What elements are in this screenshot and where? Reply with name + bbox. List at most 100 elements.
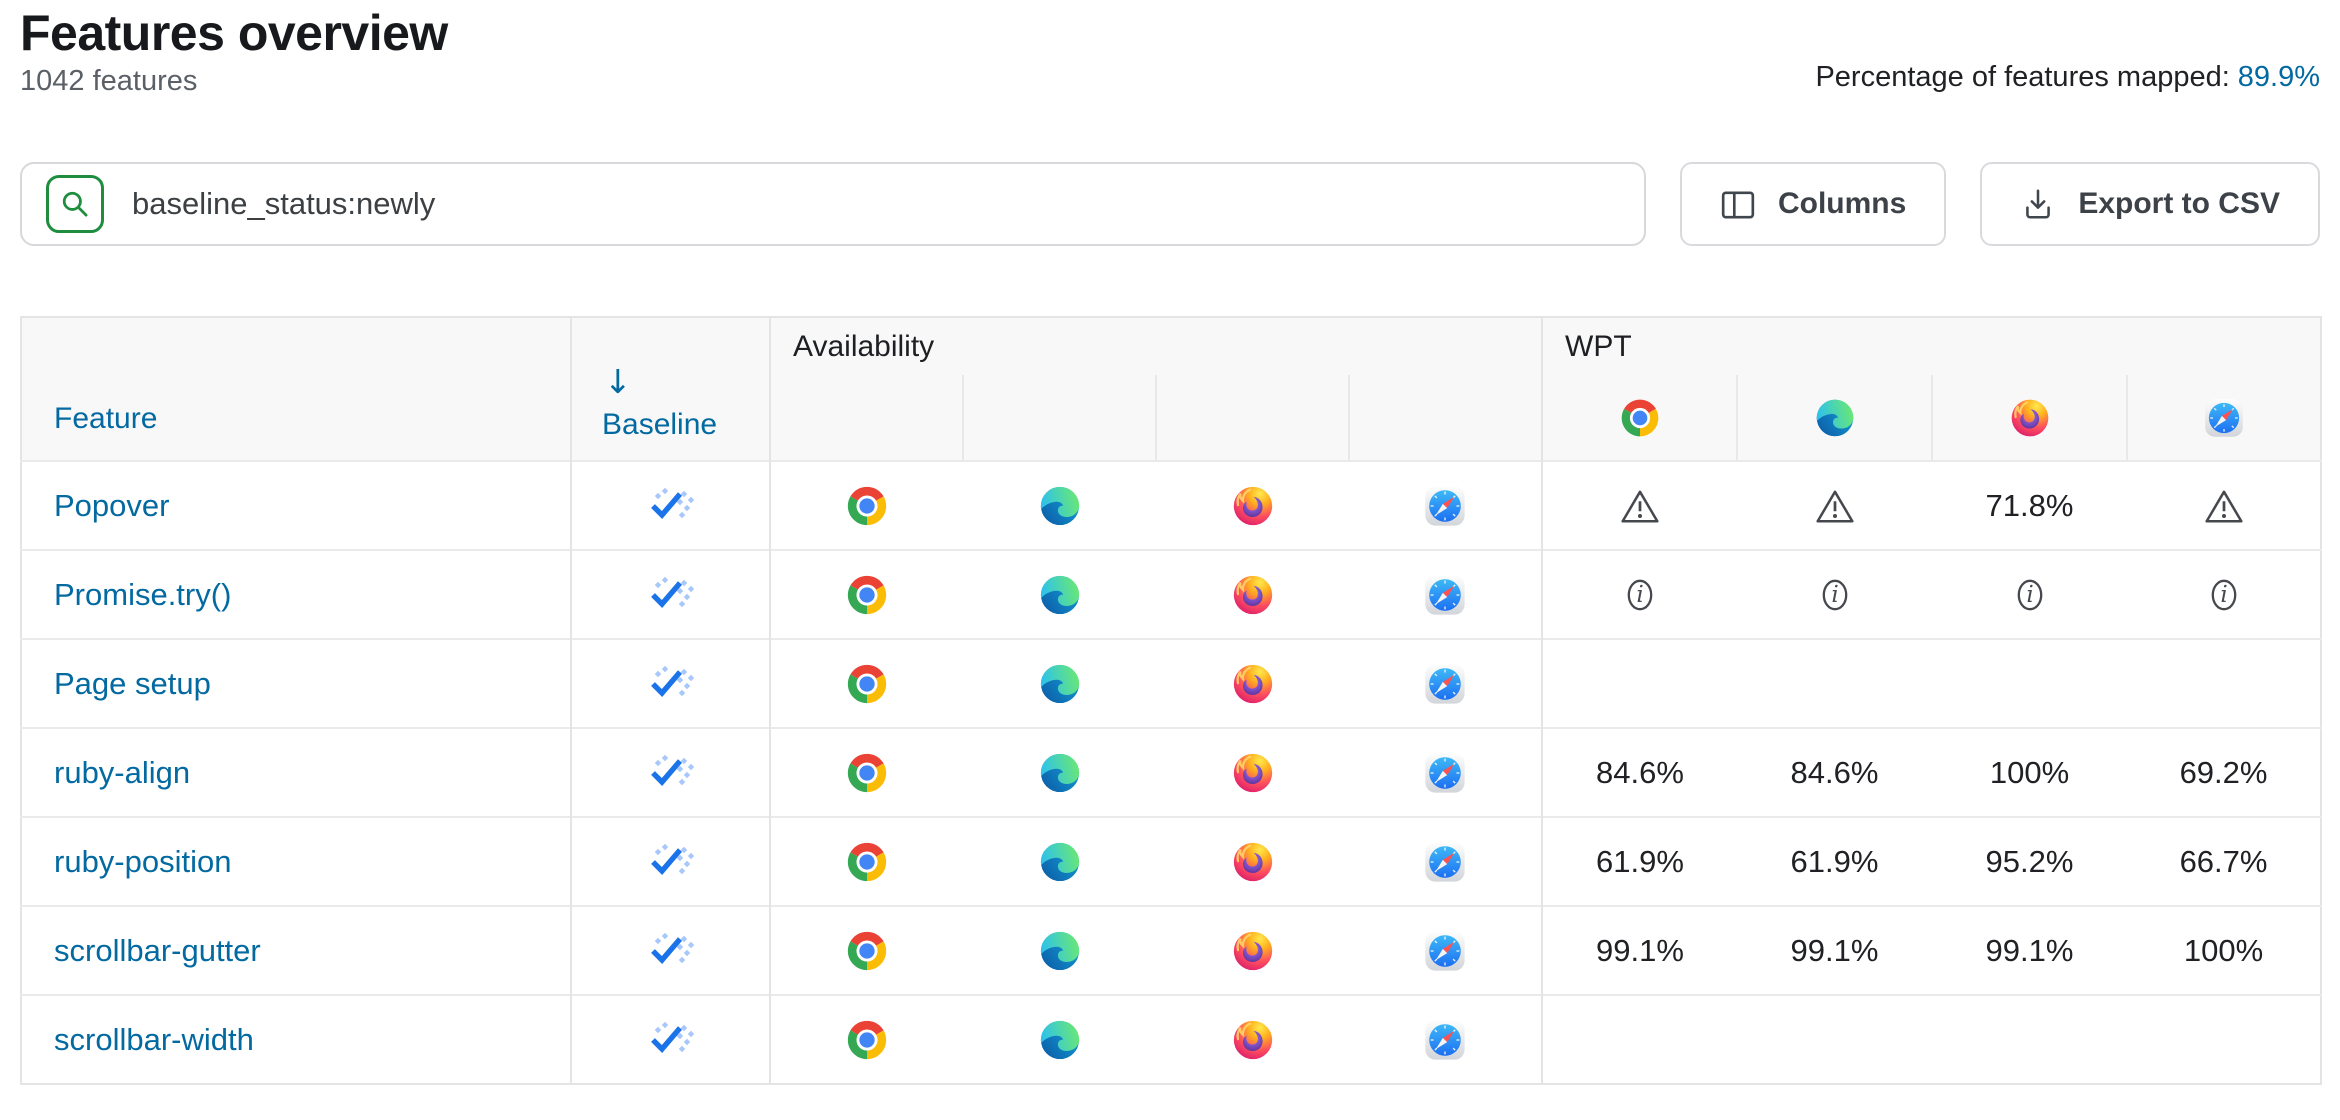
wpt-cell: 84.6%	[1542, 728, 1737, 817]
wpt-score: 61.9%	[1791, 844, 1879, 879]
table-row: ruby-align	[21, 728, 2321, 817]
feature-link[interactable]: scrollbar-width	[54, 1022, 254, 1057]
edge-icon	[1037, 586, 1083, 603]
table-row: scrollbar-width	[21, 995, 2321, 1084]
availability-cell	[1156, 728, 1349, 817]
wpt-score: 84.6%	[1596, 755, 1684, 790]
baseline-cell	[571, 817, 770, 906]
edge-icon	[1037, 675, 1083, 692]
edge-icon	[1037, 853, 1083, 870]
availability-cell	[963, 995, 1156, 1084]
wpt-cell	[1542, 639, 1737, 728]
wpt-score: 66.7%	[2180, 844, 2268, 879]
baseline-newly-available-icon	[647, 853, 695, 870]
info-icon[interactable]: i	[1622, 586, 1658, 603]
wpt-cell: 61.9%	[1737, 817, 1932, 906]
safari-icon	[1422, 586, 1468, 603]
chrome-icon	[1542, 375, 1737, 461]
heading-block: Features overview 1042 features	[20, 6, 448, 98]
info-icon[interactable]: i	[1817, 586, 1853, 603]
warning-icon[interactable]	[1814, 497, 1856, 514]
wpt-cell: 99.1%	[1932, 906, 2127, 995]
feature-link[interactable]: Popover	[54, 488, 169, 523]
wpt-score: 99.1%	[1596, 933, 1684, 968]
wpt-cell	[2127, 995, 2321, 1084]
search-box[interactable]: baseline_status:newly	[20, 162, 1646, 246]
download-icon	[2020, 186, 2056, 222]
safari-icon	[1422, 764, 1468, 781]
feature-cell: Popover	[21, 461, 571, 550]
firefox-icon	[1230, 497, 1276, 514]
safari-icon	[1422, 1031, 1468, 1048]
wpt-cell: i	[1932, 550, 2127, 639]
availability-cell	[963, 639, 1156, 728]
feature-link[interactable]: ruby-position	[54, 844, 231, 879]
info-icon[interactable]: i	[2206, 586, 2242, 603]
export-csv-button-label: Export to CSV	[2078, 187, 2280, 221]
baseline-sort-link[interactable]: ↓Baseline	[602, 365, 769, 441]
feature-link[interactable]: scrollbar-gutter	[54, 933, 261, 968]
availability-cell	[963, 817, 1156, 906]
wpt-cell: i	[1737, 550, 1932, 639]
firefox-icon	[1230, 586, 1276, 603]
feature-link[interactable]: Page setup	[54, 666, 211, 701]
availability-cell	[1349, 906, 1542, 995]
availability-cell	[1156, 639, 1349, 728]
baseline-newly-available-icon	[647, 764, 695, 781]
warning-icon[interactable]	[2203, 497, 2245, 514]
info-icon[interactable]: i	[2012, 586, 2048, 603]
availability-cell	[770, 728, 963, 817]
feature-link[interactable]: ruby-align	[54, 755, 190, 790]
wpt-score: 71.8%	[1986, 488, 2074, 523]
firefox-icon	[1230, 675, 1276, 692]
svg-text:i: i	[2220, 582, 2227, 608]
search-icon[interactable]	[46, 175, 104, 233]
availability-cell	[770, 906, 963, 995]
wpt-cell: 84.6%	[1737, 728, 1932, 817]
sort-descending-icon: ↓	[604, 365, 769, 398]
chrome-icon	[844, 675, 890, 692]
wpt-cell: 100%	[2127, 906, 2321, 995]
features-overview-page: Features overview 1042 features Percenta…	[0, 0, 2340, 1085]
svg-text:i: i	[1831, 582, 1838, 608]
wpt-cell: 71.8%	[1932, 461, 2127, 550]
feature-link[interactable]: Promise.try()	[54, 577, 231, 612]
wpt-cell: 100%	[1932, 728, 2127, 817]
baseline-cell	[571, 728, 770, 817]
availability-cell	[1156, 461, 1349, 550]
availability-cell	[1156, 906, 1349, 995]
column-group-availability: Availability	[770, 317, 1542, 375]
availability-cell	[963, 461, 1156, 550]
feature-cell: Page setup	[21, 639, 571, 728]
export-csv-button[interactable]: Export to CSV	[1980, 162, 2320, 246]
warning-icon[interactable]	[1619, 497, 1661, 514]
mapped-stat-label: Percentage of features mapped:	[1815, 61, 2229, 93]
availability-cell	[770, 817, 963, 906]
column-group-wpt: WPT	[1542, 317, 2321, 375]
safari-icon	[1422, 675, 1468, 692]
edge-icon	[1037, 497, 1083, 514]
wpt-cell	[1542, 461, 1737, 550]
toolbar: baseline_status:newly Columns Export to …	[20, 162, 2320, 246]
safari-icon	[2127, 375, 2321, 461]
availability-cell	[1349, 550, 1542, 639]
page-header: Features overview 1042 features Percenta…	[20, 0, 2320, 98]
column-header-baseline: ↓Baseline	[571, 317, 770, 461]
columns-icon	[1720, 186, 1756, 221]
baseline-newly-available-icon	[647, 1031, 695, 1048]
baseline-cell	[571, 461, 770, 550]
search-input[interactable]: baseline_status:newly	[132, 186, 435, 222]
wpt-score: 100%	[1990, 755, 2069, 790]
table-row: Popover	[21, 461, 2321, 550]
chrome-icon	[844, 1031, 890, 1048]
wpt-cell	[1737, 639, 1932, 728]
availability-cell	[1349, 461, 1542, 550]
baseline-newly-available-icon	[647, 675, 695, 692]
columns-button[interactable]: Columns	[1680, 162, 1946, 246]
availability-subheader	[1349, 375, 1542, 461]
availability-cell	[963, 550, 1156, 639]
baseline-newly-available-icon	[647, 497, 695, 514]
availability-cell	[770, 461, 963, 550]
feature-sort-link[interactable]: Feature	[54, 402, 157, 435]
mapped-value-link[interactable]: 89.9%	[2238, 61, 2320, 93]
